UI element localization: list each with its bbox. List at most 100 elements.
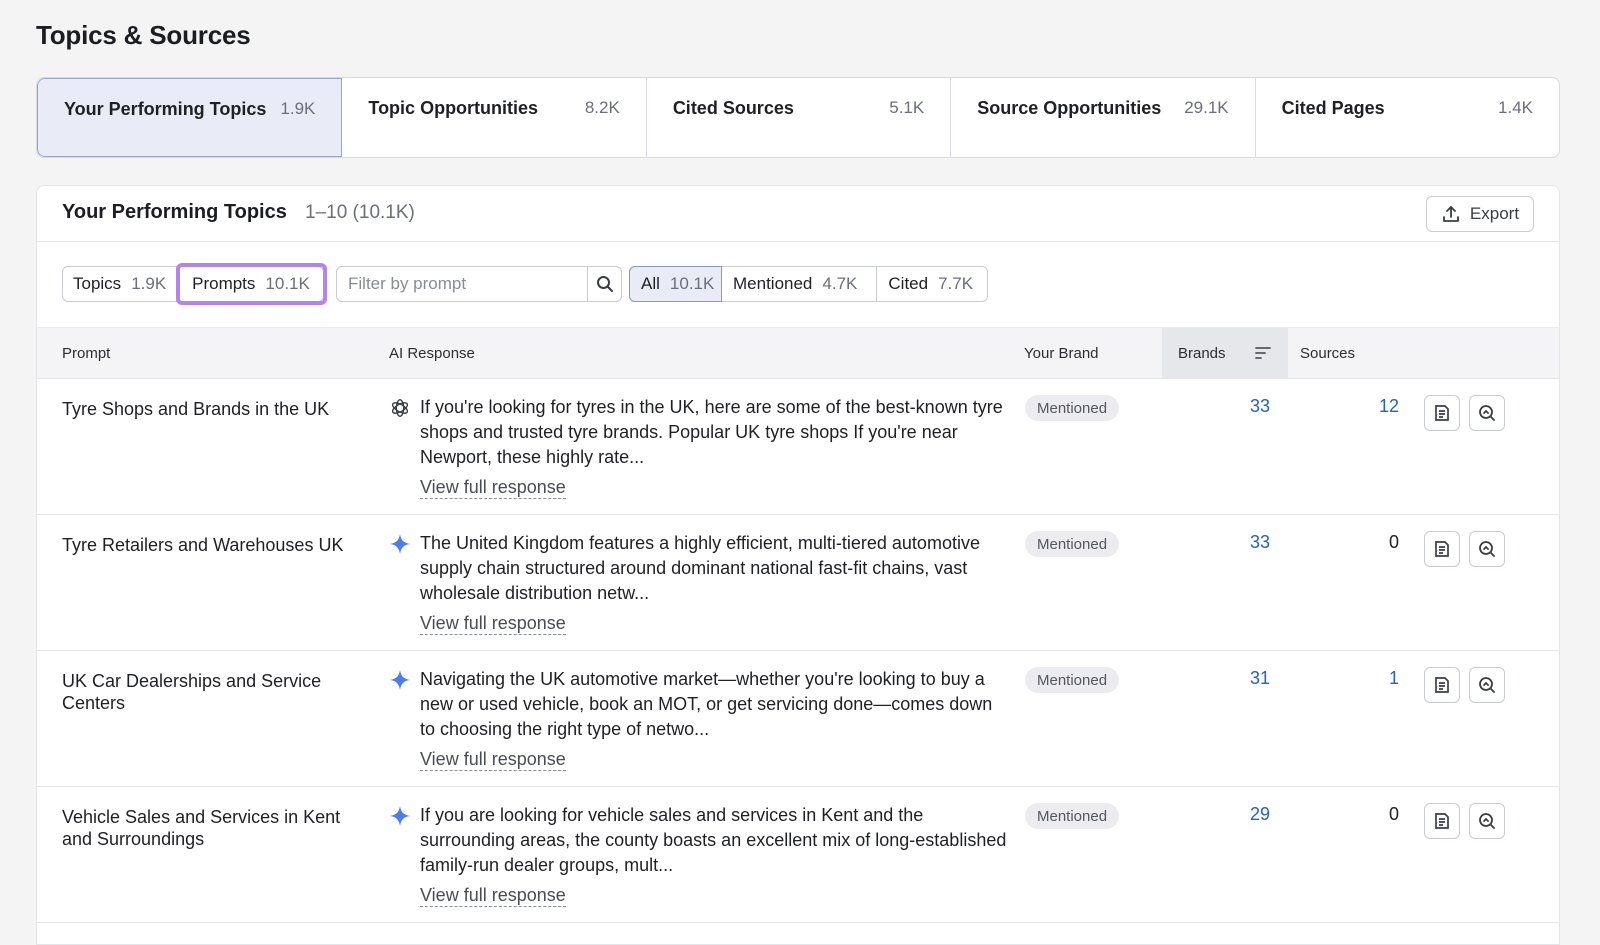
view-full-response-link[interactable]: View full response xyxy=(420,748,566,771)
filter-label: Mentioned xyxy=(733,274,813,293)
analyze-button[interactable] xyxy=(1469,395,1505,431)
tab-cited-pages[interactable]: Cited Pages 1.4K xyxy=(1256,78,1559,157)
tab-count: 8.2K xyxy=(584,98,620,117)
results-panel: Your Performing Topics 1–10 (10.1K) Expo… xyxy=(36,185,1560,945)
sources-count-link[interactable]: 1 xyxy=(1339,668,1399,689)
search-analysis-icon xyxy=(1479,405,1495,421)
details-button[interactable] xyxy=(1424,395,1460,431)
tab-label: Cited Pages xyxy=(1281,98,1385,118)
table-row: Tyre Retailers and Warehouses UK The Uni… xyxy=(37,515,1559,651)
ai-response-text: Navigating the UK automotive market—whet… xyxy=(420,669,993,739)
tab-label: Your Performing Topics xyxy=(64,99,267,119)
brand-status-badge: Mentioned xyxy=(1025,531,1120,557)
gemini-icon xyxy=(389,805,411,827)
column-sources[interactable]: Sources xyxy=(1300,345,1355,362)
tab-count: 1.9K xyxy=(280,99,316,118)
column-brands[interactable]: Brands xyxy=(1162,328,1288,379)
prompt-text: Vehicle Sales and Services in Kent and S… xyxy=(62,807,341,849)
view-full-response-link[interactable]: View full response xyxy=(420,612,566,635)
prompt-text: Tyre Retailers and Warehouses UK xyxy=(62,535,344,555)
analyze-button[interactable] xyxy=(1469,667,1505,703)
search-analysis-icon xyxy=(1479,813,1495,829)
tab-label: Topic Opportunities xyxy=(368,98,539,118)
tab-cited-sources[interactable]: Cited Sources 5.1K xyxy=(647,78,952,157)
sort-descending-icon[interactable] xyxy=(1254,344,1272,362)
filter-bar: Topics 1.9K Prompts 10.1K All 10.1K Ment… xyxy=(62,263,1559,305)
view-full-response-link[interactable]: View full response xyxy=(420,476,566,499)
gemini-icon xyxy=(389,669,411,691)
view-toggle: Topics 1.9K Prompts 10.1K xyxy=(62,263,327,305)
upload-icon xyxy=(1443,206,1459,222)
page-title: Topics & Sources xyxy=(36,20,251,50)
brand-status-badge: Mentioned xyxy=(1025,667,1120,693)
document-icon xyxy=(1435,541,1449,557)
brands-count-link[interactable]: 31 xyxy=(1210,668,1270,689)
tab-count: 29.1K xyxy=(1184,98,1229,117)
column-ai-response[interactable]: AI Response xyxy=(389,345,475,362)
toggle-prompts[interactable]: Prompts 10.1K xyxy=(176,263,327,305)
brands-count-link[interactable]: 33 xyxy=(1210,532,1270,553)
sources-count: 0 xyxy=(1388,804,1399,824)
search-icon xyxy=(596,276,613,292)
filter-label: All xyxy=(641,274,660,293)
toggle-count: 10.1K xyxy=(265,274,310,293)
tab-source-opportunities[interactable]: Source Opportunities 29.1K xyxy=(951,78,1256,157)
analyze-button[interactable] xyxy=(1469,803,1505,839)
ai-response-text: If you are looking for vehicle sales and… xyxy=(420,805,1007,875)
toggle-label: Topics xyxy=(73,274,122,293)
tab-count: 5.1K xyxy=(889,98,925,117)
filter-count: 7.7K xyxy=(938,274,974,293)
search-button[interactable] xyxy=(587,267,621,301)
prompt-text: UK Car Dealerships and Service Centers xyxy=(62,671,322,713)
toggle-label: Prompts xyxy=(192,274,256,293)
column-brands-label: Brands xyxy=(1178,345,1226,362)
chatgpt-icon xyxy=(391,399,409,417)
section-tabs: Your Performing Topics 1.9K Topic Opport… xyxy=(36,77,1560,158)
export-button[interactable]: Export xyxy=(1426,196,1534,232)
prompt-search xyxy=(336,266,622,302)
filter-all[interactable]: All 10.1K xyxy=(629,266,722,302)
panel-header: Your Performing Topics 1–10 (10.1K) Expo… xyxy=(37,186,1559,242)
panel-title: Your Performing Topics xyxy=(62,201,287,223)
column-your-brand[interactable]: Your Brand xyxy=(1024,345,1099,362)
gemini-icon xyxy=(389,533,411,555)
filter-count: 4.7K xyxy=(822,274,858,293)
details-button[interactable] xyxy=(1424,531,1460,567)
brand-status-badge: Mentioned xyxy=(1025,803,1120,829)
document-icon xyxy=(1435,405,1449,421)
search-input[interactable] xyxy=(337,267,587,301)
status-filter: All 10.1K Mentioned 4.7K Cited 7.7K xyxy=(629,266,988,302)
view-full-response-link[interactable]: View full response xyxy=(420,884,566,907)
search-analysis-icon xyxy=(1479,541,1495,557)
table-row: Vehicle Sales and Services in Kent and S… xyxy=(37,787,1559,923)
analyze-button[interactable] xyxy=(1469,531,1505,567)
table-row: Tyre Shops and Brands in the UK If you'r… xyxy=(37,379,1559,515)
table-header: Prompt AI Response Your Brand Brands Sou… xyxy=(37,327,1559,379)
tab-topic-opportunities[interactable]: Topic Opportunities 8.2K xyxy=(342,78,647,157)
filter-label: Cited xyxy=(888,274,929,293)
search-analysis-icon xyxy=(1479,677,1495,693)
result-range: 1–10 (10.1K) xyxy=(305,202,415,223)
export-label: Export xyxy=(1469,204,1520,223)
details-button[interactable] xyxy=(1424,667,1460,703)
tab-your-performing-topics[interactable]: Your Performing Topics 1.9K xyxy=(37,78,343,157)
document-icon xyxy=(1435,813,1449,829)
document-icon xyxy=(1435,677,1449,693)
tab-label: Cited Sources xyxy=(672,98,794,118)
brand-status-badge: Mentioned xyxy=(1025,395,1120,421)
ai-response-text: The United Kingdom features a highly eff… xyxy=(420,533,980,603)
column-prompt[interactable]: Prompt xyxy=(62,345,110,362)
filter-count: 10.1K xyxy=(669,274,715,293)
ai-response-text: If you're looking for tyres in the UK, h… xyxy=(420,397,1003,467)
tab-label: Source Opportunities xyxy=(977,98,1162,118)
tab-count: 1.4K xyxy=(1498,98,1534,117)
brands-count-link[interactable]: 29 xyxy=(1210,804,1270,825)
table-row: UK Car Dealerships and Service Centers N… xyxy=(37,651,1559,787)
details-button[interactable] xyxy=(1424,803,1460,839)
filter-mentioned[interactable]: Mentioned 4.7K xyxy=(722,267,878,301)
sources-count: 0 xyxy=(1388,532,1399,552)
brands-count-link[interactable]: 33 xyxy=(1210,396,1270,417)
filter-cited[interactable]: Cited 7.7K xyxy=(877,267,987,301)
toggle-topics[interactable]: Topics 1.9K xyxy=(63,267,181,301)
sources-count-link[interactable]: 12 xyxy=(1339,396,1399,417)
